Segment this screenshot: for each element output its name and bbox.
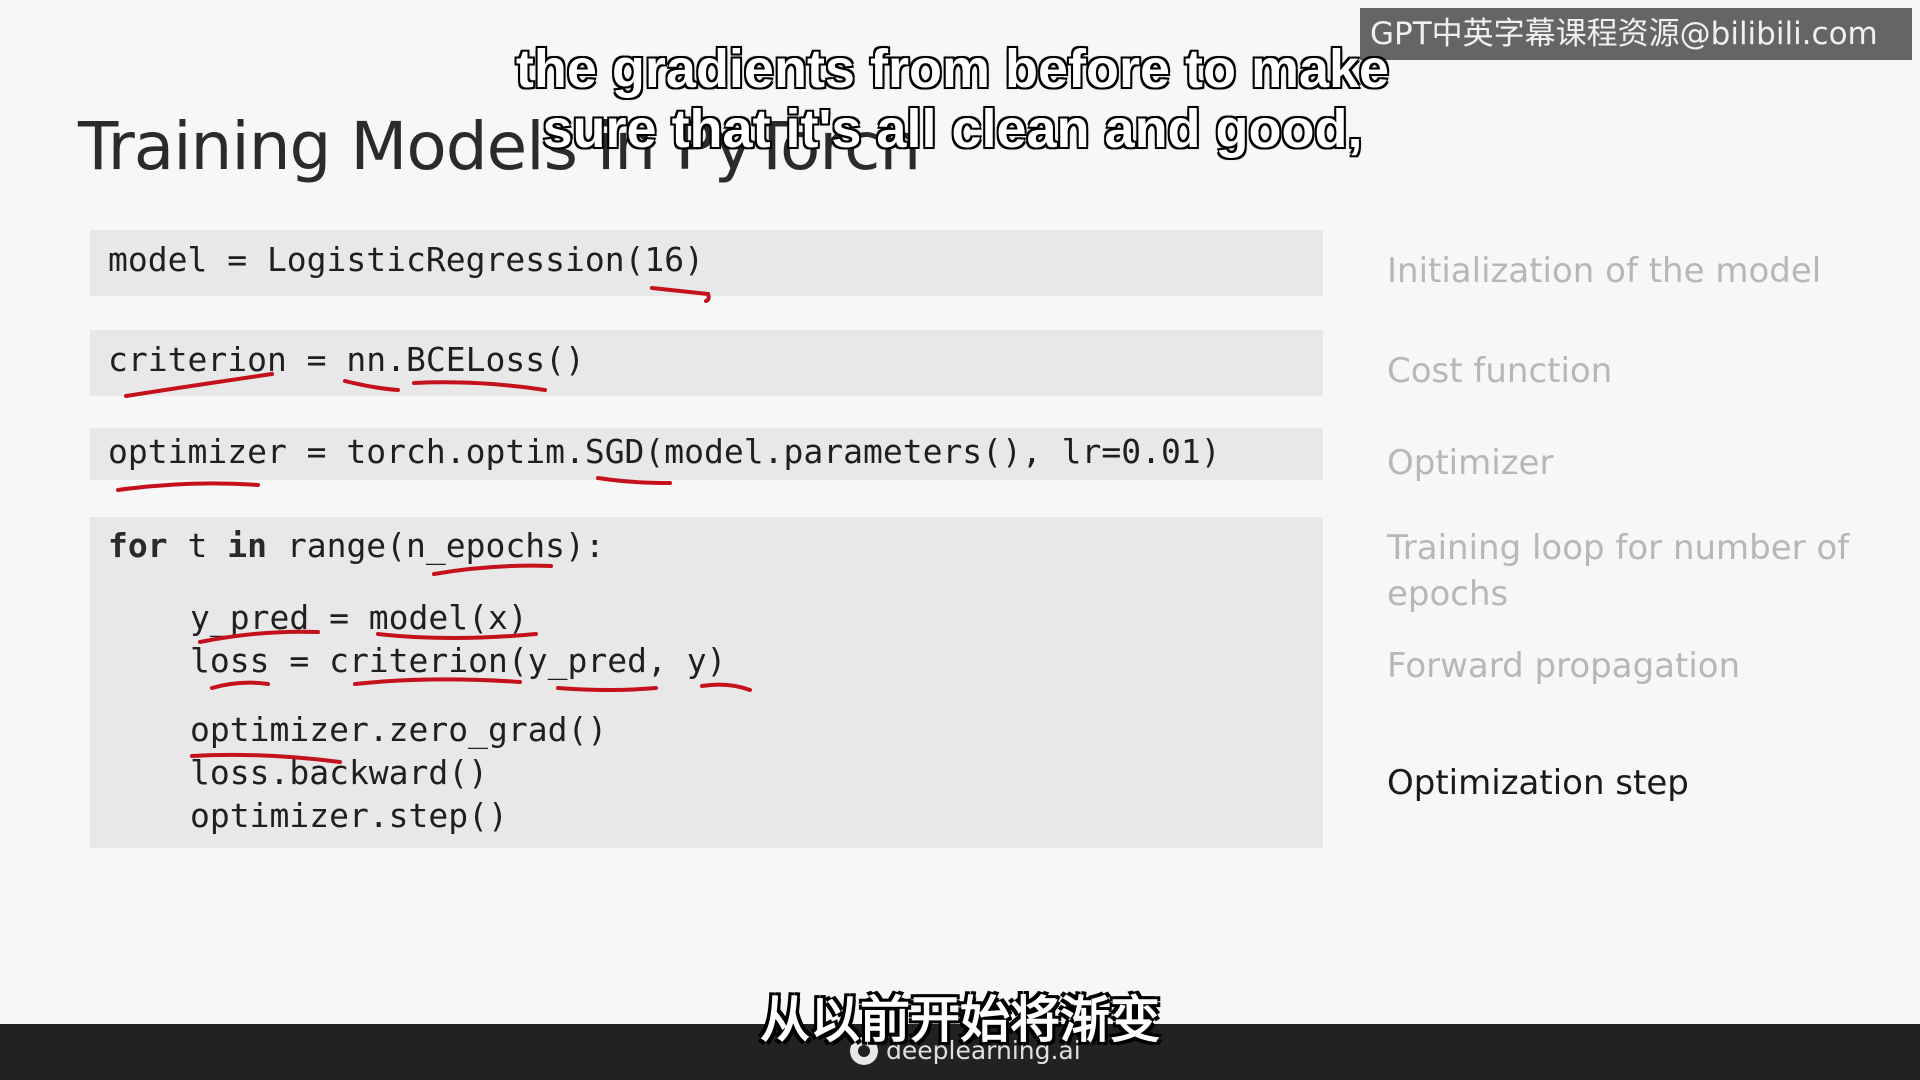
code-line-backward: loss.backward()	[190, 753, 489, 792]
code-line-step: optimizer.step()	[190, 796, 508, 835]
loop-range: range(n_epochs):	[266, 526, 605, 565]
code-line-ypred: y_pred = model(x)	[190, 598, 528, 637]
side-label-training-loop: Training loop for number of epochs	[1387, 528, 1850, 614]
side-label-initialization: Initialization of the model	[1387, 251, 1822, 291]
code-line-model: model = LogisticRegression(16)	[108, 240, 705, 279]
subtitle-en-line1: the gradients from before to make	[515, 38, 1390, 100]
loop-variable: t	[167, 526, 228, 565]
subtitle-zh: 从以前开始将渐变	[760, 991, 1160, 1049]
subtitle-en-line2: sure that it's all clean and good,	[542, 98, 1364, 160]
underline-optimizer	[116, 481, 260, 492]
keyword-in: in	[227, 526, 267, 565]
code-line-zero-grad: optimizer.zero_grad()	[190, 710, 608, 749]
side-label-forward-propagation: Forward propagation	[1387, 646, 1741, 686]
code-line-optimizer: optimizer = torch.optim.SGD(model.parame…	[108, 432, 1221, 471]
code-line-criterion: criterion = nn.BCELoss()	[108, 340, 585, 379]
side-label-optimization-step: Optimization step	[1387, 763, 1689, 803]
side-label-cost-function: Cost function	[1387, 351, 1613, 391]
code-line-for: for t in range(n_epochs):	[108, 526, 605, 565]
code-line-loss: loss = criterion(y_pred, y)	[190, 641, 727, 680]
side-label-optimizer: Optimizer	[1387, 443, 1554, 483]
keyword-for: for	[108, 526, 168, 565]
